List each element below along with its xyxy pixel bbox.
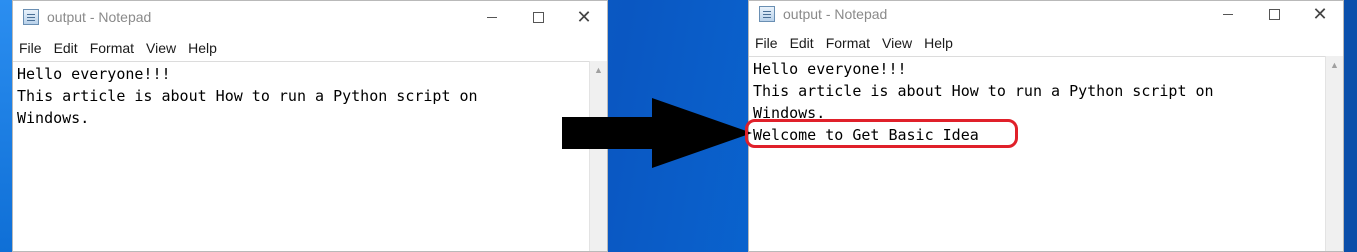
notepad-app-icon: [759, 6, 775, 22]
close-button[interactable]: ✕: [1297, 1, 1343, 27]
menu-file[interactable]: File: [13, 40, 48, 56]
vertical-scrollbar[interactable]: ▲: [1325, 56, 1343, 251]
notepad-window-before[interactable]: output - Notepad ✕ File Edit Format View…: [12, 0, 608, 252]
maximize-button[interactable]: [1251, 1, 1297, 27]
menu-file[interactable]: File: [749, 35, 784, 51]
window-controls: ✕: [469, 1, 607, 33]
text-line: This article is about How to run a Pytho…: [753, 82, 1214, 100]
menu-format[interactable]: Format: [820, 35, 876, 51]
menu-view[interactable]: View: [876, 35, 918, 51]
editor-content: Hello everyone!!! This article is about H…: [13, 62, 590, 130]
text-line: Hello everyone!!!: [17, 65, 171, 83]
notepad-app-icon: [23, 9, 39, 25]
menu-edit[interactable]: Edit: [48, 40, 84, 56]
text-line: Hello everyone!!!: [753, 60, 907, 78]
window-title: output - Notepad: [47, 9, 152, 25]
window-title: output - Notepad: [783, 6, 888, 22]
minimize-button[interactable]: [1205, 1, 1251, 27]
menu-help[interactable]: Help: [182, 40, 223, 56]
scroll-up-arrow-icon[interactable]: ▲: [1326, 58, 1343, 72]
window-controls: ✕: [1205, 1, 1343, 27]
maximize-button[interactable]: [515, 1, 561, 33]
minimize-button[interactable]: [469, 1, 515, 33]
menu-bar: File Edit Format View Help: [13, 37, 607, 59]
menu-view[interactable]: View: [140, 40, 182, 56]
menu-help[interactable]: Help: [918, 35, 959, 51]
text-editor-area[interactable]: Hello everyone!!! This article is about H…: [13, 61, 590, 251]
right-arrow-icon: [562, 98, 752, 168]
menu-edit[interactable]: Edit: [784, 35, 820, 51]
menu-format[interactable]: Format: [84, 40, 140, 56]
close-button[interactable]: ✕: [561, 1, 607, 33]
text-editor-area[interactable]: Hello everyone!!! This article is about H…: [749, 56, 1326, 251]
highlight-outline: [745, 119, 1018, 148]
title-bar[interactable]: output - Notepad ✕: [13, 1, 607, 33]
title-bar[interactable]: output - Notepad ✕: [749, 1, 1343, 27]
text-line: Windows.: [17, 109, 90, 127]
scroll-up-arrow-icon[interactable]: ▲: [590, 63, 607, 77]
text-line: This article is about How to run a Pytho…: [17, 87, 478, 105]
menu-bar: File Edit Format View Help: [749, 32, 1343, 54]
